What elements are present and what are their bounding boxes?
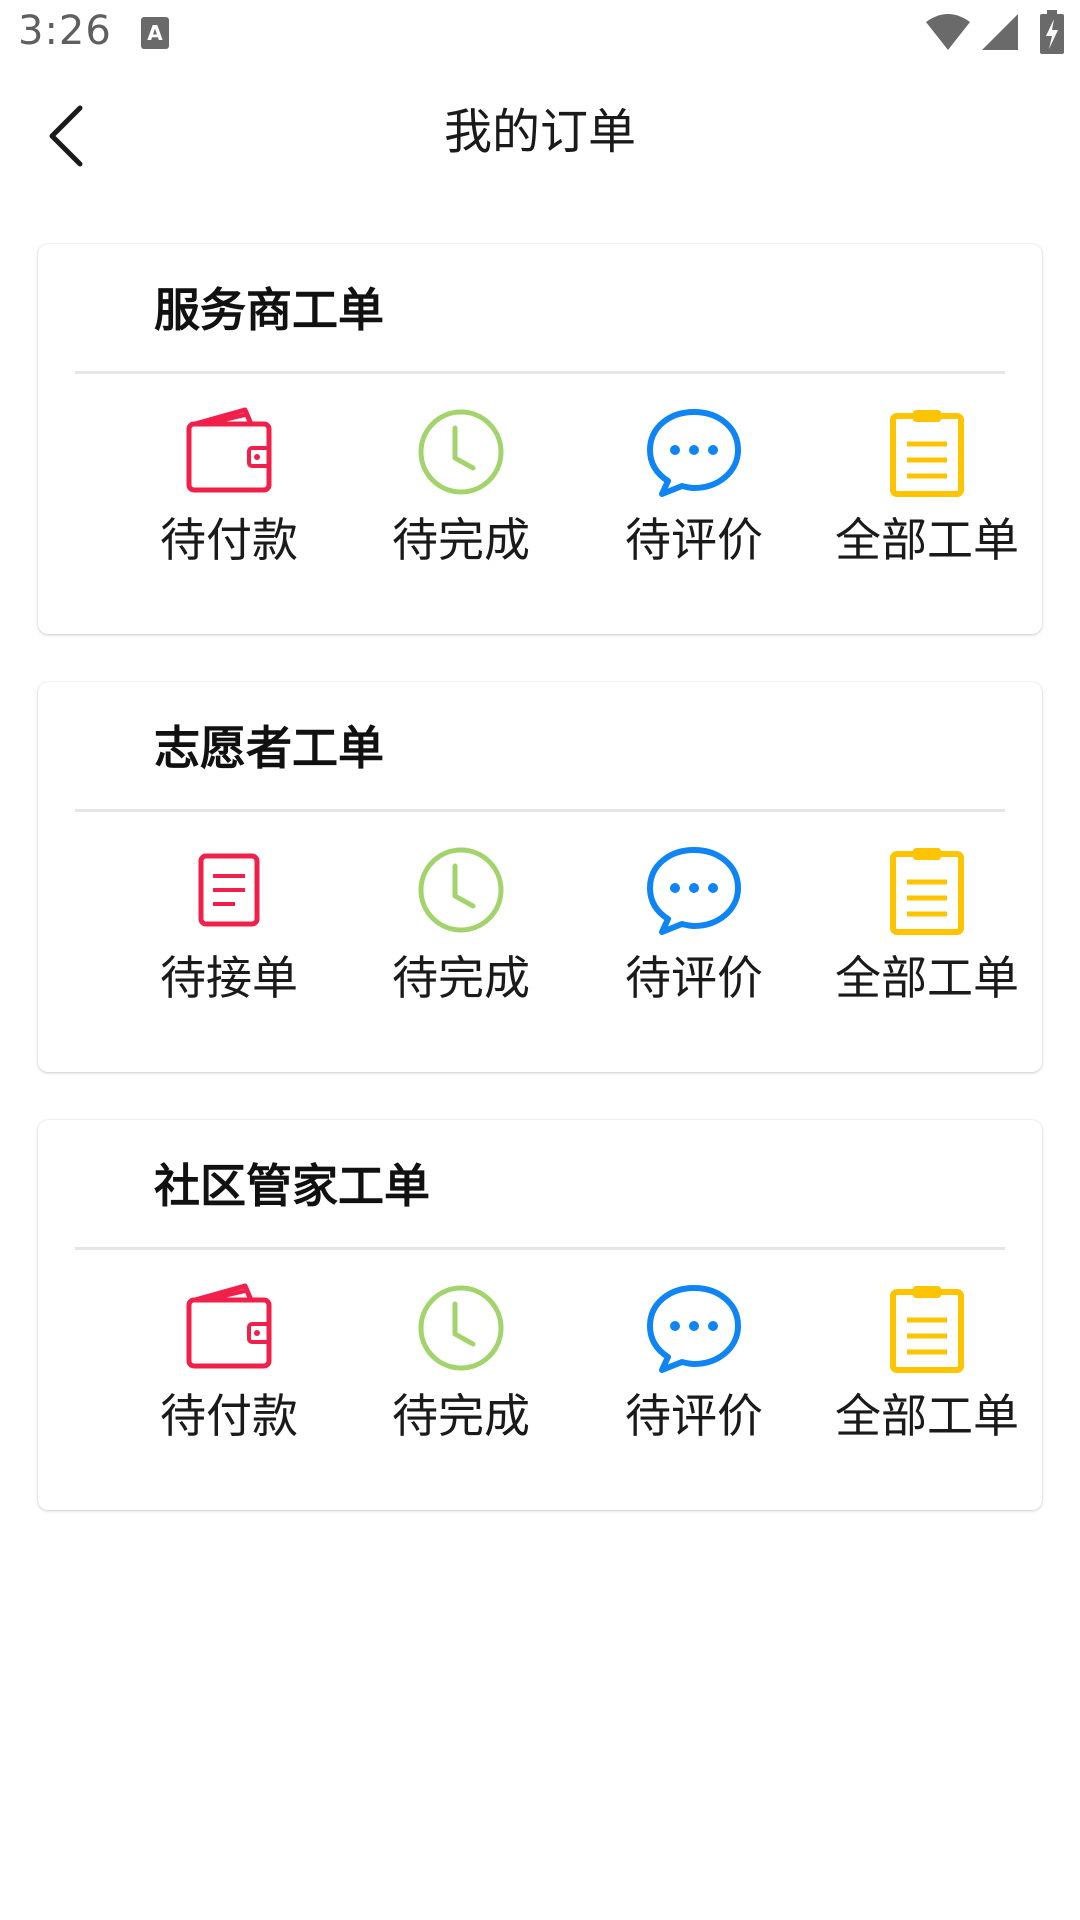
chat-bubble-icon xyxy=(647,847,741,935)
action-label: 待付款 xyxy=(160,513,298,567)
clipboard-icon xyxy=(890,848,964,935)
action-label: 待完成 xyxy=(392,951,530,1005)
clock-icon xyxy=(418,409,504,495)
wallet-icon xyxy=(186,407,272,493)
volunteer-orders-card: 志愿者工单 待接单 待完成 待评价 全部工单 xyxy=(38,682,1042,1072)
status-time: 3:26 xyxy=(18,8,112,54)
clipboard-icon xyxy=(890,1286,964,1373)
a-notification-icon: A xyxy=(141,17,169,49)
action-row: 待接单 待完成 待评价 全部工单 xyxy=(38,840,1042,1040)
divider xyxy=(75,809,1005,812)
action-label: 待评价 xyxy=(625,1389,763,1443)
divider xyxy=(75,1247,1005,1250)
card-title: 志愿者工单 xyxy=(154,721,384,775)
community-steward-orders-card: 社区管家工单 待付款 待完成 待评价 全部工单 xyxy=(38,1120,1042,1510)
page-title: 我的订单 xyxy=(443,104,636,160)
status-bar: 3:26 A xyxy=(0,0,1080,66)
pending-payment-button[interactable]: 待付款 xyxy=(113,1278,345,1478)
all-orders-button[interactable]: 全部工单 xyxy=(811,402,1043,602)
service-provider-orders-card: 服务商工单 待付款 待完成 待评价 全部工单 xyxy=(38,244,1042,634)
pending-completion-button[interactable]: 待完成 xyxy=(345,402,577,602)
card-title: 社区管家工单 xyxy=(154,1159,430,1213)
action-row: 待付款 待完成 待评价 全部工单 xyxy=(38,402,1042,602)
pending-review-button[interactable]: 待评价 xyxy=(578,402,810,602)
action-label: 待完成 xyxy=(392,513,530,567)
action-label: 全部工单 xyxy=(835,951,1019,1005)
all-orders-button[interactable]: 全部工单 xyxy=(811,840,1043,1040)
action-label: 待接单 xyxy=(160,951,298,1005)
action-label: 待评价 xyxy=(625,951,763,1005)
wifi-icon xyxy=(926,14,970,50)
chat-bubble-icon xyxy=(647,1285,741,1373)
all-orders-button[interactable]: 全部工单 xyxy=(811,1278,1043,1478)
pending-review-button[interactable]: 待评价 xyxy=(578,1278,810,1478)
svg-text:A: A xyxy=(147,21,163,45)
pending-completion-button[interactable]: 待完成 xyxy=(345,1278,577,1478)
clock-icon xyxy=(418,847,504,933)
divider xyxy=(75,371,1005,374)
battery-icon xyxy=(1040,10,1064,54)
wallet-icon xyxy=(186,1283,272,1369)
action-label: 全部工单 xyxy=(835,1389,1019,1443)
pending-review-button[interactable]: 待评价 xyxy=(578,840,810,1040)
signal-icon xyxy=(982,14,1018,50)
header: 我的订单 xyxy=(0,90,1080,180)
clipboard-icon xyxy=(890,410,964,497)
pending-payment-button[interactable]: 待付款 xyxy=(113,402,345,602)
card-title: 服务商工单 xyxy=(154,283,384,337)
chat-bubble-icon xyxy=(647,409,741,497)
action-label: 全部工单 xyxy=(835,513,1019,567)
action-label: 待付款 xyxy=(160,1389,298,1443)
action-label: 待评价 xyxy=(625,513,763,567)
clock-icon xyxy=(418,1285,504,1371)
pending-accept-button[interactable]: 待接单 xyxy=(113,840,345,1040)
pending-completion-button[interactable]: 待完成 xyxy=(345,840,577,1040)
document-icon xyxy=(198,853,260,927)
action-label: 待完成 xyxy=(392,1389,530,1443)
action-row: 待付款 待完成 待评价 全部工单 xyxy=(38,1278,1042,1478)
